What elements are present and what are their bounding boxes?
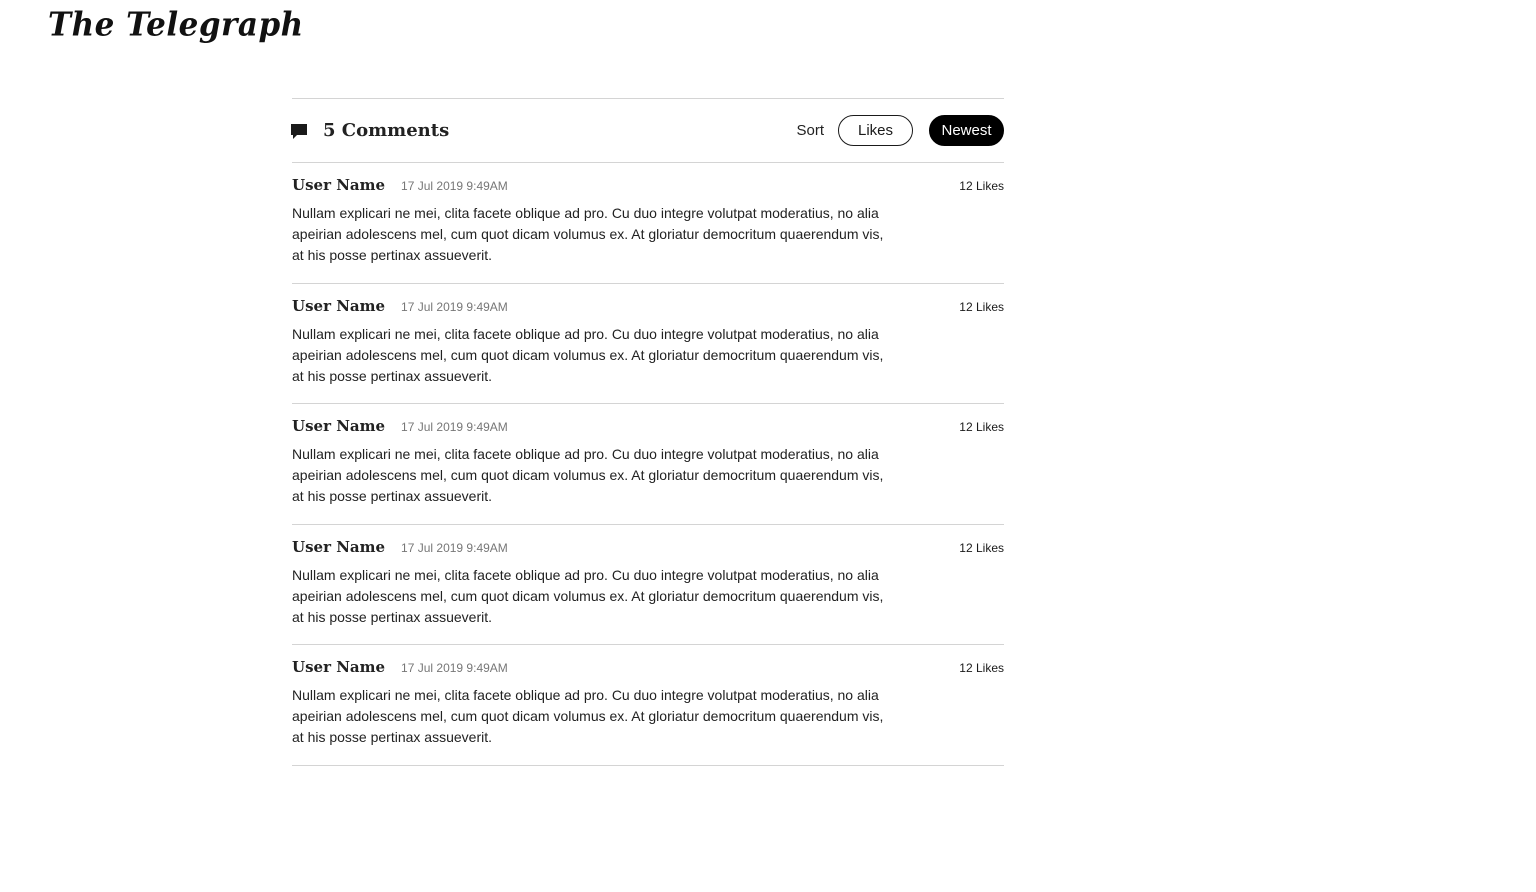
sort-likes-button[interactable]: Likes xyxy=(838,115,913,146)
comment-likes[interactable]: 12 Likes xyxy=(959,420,1004,434)
comment-likes[interactable]: 12 Likes xyxy=(959,541,1004,555)
telegraph-logo[interactable]: The Telegraph xyxy=(48,6,304,44)
comment-likes[interactable]: 12 Likes xyxy=(959,179,1004,193)
speech-bubble-icon xyxy=(290,123,308,140)
comment-timestamp: 17 Jul 2019 9:49AM xyxy=(401,179,508,193)
comment-meta: User Name 17 Jul 2019 9:49AM xyxy=(292,658,1004,676)
comment-timestamp: 17 Jul 2019 9:49AM xyxy=(401,540,508,555)
comment-likes[interactable]: 12 Likes xyxy=(959,661,1004,675)
sort-label: Sort xyxy=(796,122,824,139)
comment-user-name[interactable]: User Name xyxy=(292,658,385,676)
sort-controls: Sort Likes Newest xyxy=(796,115,1004,146)
comment-meta: User Name 17 Jul 2019 9:49AM xyxy=(292,176,1004,194)
comment-meta: User Name 17 Jul 2019 9:49AM xyxy=(292,417,1004,435)
comment-count-group: 5 Comments xyxy=(290,120,449,141)
comment-likes[interactable]: 12 Likes xyxy=(959,300,1004,314)
comments-header: 5 Comments Sort Likes Newest xyxy=(290,98,1004,163)
comment-body: Nullam explicari ne mei, clita facete ob… xyxy=(292,205,884,263)
comment-item: User Name 17 Jul 2019 9:49AM 12 Likes Nu… xyxy=(292,404,1004,525)
comment-meta: User Name 17 Jul 2019 9:49AM xyxy=(292,297,1004,315)
comment-timestamp: 17 Jul 2019 9:49AM xyxy=(401,420,508,434)
comment-meta: User Name 17 Jul 2019 9:49AM xyxy=(292,538,1004,556)
comment-user-name[interactable]: User Name xyxy=(292,417,385,435)
comment-body: Nullam explicari ne mei, clita facete ob… xyxy=(292,687,884,745)
comment-body: Nullam explicari ne mei, clita facete ob… xyxy=(292,325,884,384)
comment-body: Nullam explicari ne mei, clita facete ob… xyxy=(292,446,884,504)
comment-user-name[interactable]: User Name xyxy=(292,176,385,194)
comment-item: User Name 17 Jul 2019 9:49AM 12 Likes Nu… xyxy=(292,645,1004,766)
comment-timestamp: 17 Jul 2019 9:49AM xyxy=(401,299,508,314)
comment-item: User Name 17 Jul 2019 9:49AM 12 Likes Nu… xyxy=(292,525,1004,645)
comment-timestamp: 17 Jul 2019 9:49AM xyxy=(401,661,508,675)
comment-user-name[interactable]: User Name xyxy=(292,538,385,556)
comment-body: Nullam explicari ne mei, clita facete ob… xyxy=(292,566,884,625)
comment-list: User Name 17 Jul 2019 9:49AM 12 Likes Nu… xyxy=(292,163,1004,766)
sort-newest-button[interactable]: Newest xyxy=(929,115,1004,146)
comments-section: 5 Comments Sort Likes Newest User Name 1… xyxy=(290,98,1004,766)
comment-item: User Name 17 Jul 2019 9:49AM 12 Likes Nu… xyxy=(292,163,1004,284)
comment-count: 5 Comments xyxy=(323,120,450,141)
comment-user-name[interactable]: User Name xyxy=(292,297,385,315)
comment-item: User Name 17 Jul 2019 9:49AM 12 Likes Nu… xyxy=(292,284,1004,404)
